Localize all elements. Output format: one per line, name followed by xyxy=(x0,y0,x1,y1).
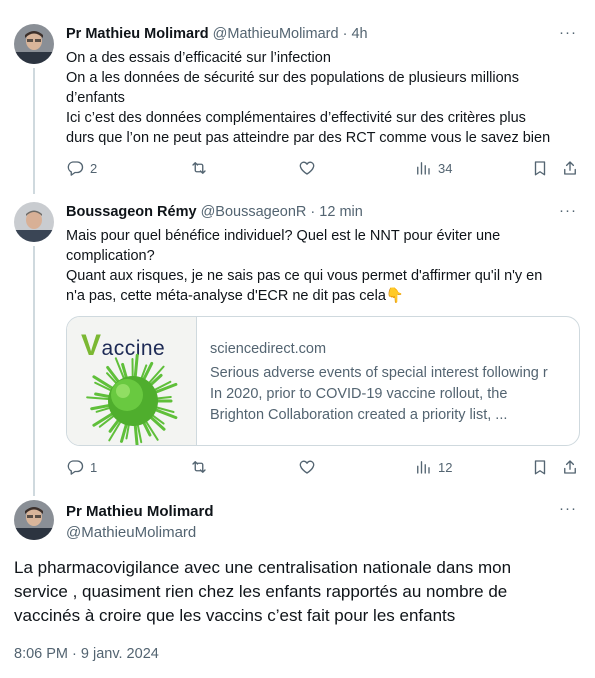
like-icon xyxy=(298,159,316,177)
share-icon xyxy=(561,159,579,177)
link-preview-image: Vaccine xyxy=(67,317,197,445)
display-name[interactable]: Pr Mathieu Molimard xyxy=(66,503,214,520)
views-icon xyxy=(414,159,432,177)
retweet-icon xyxy=(190,458,208,476)
tweet-text-line: complication? xyxy=(66,248,155,264)
tweet-text-line: service , quasiment rien chez les enfant… xyxy=(14,582,508,601)
tweet-header: Boussageon Rémy @BoussageonR · 12 min xyxy=(66,204,363,220)
more-icon[interactable]: ··· xyxy=(559,24,577,41)
retweet-button[interactable] xyxy=(190,458,214,476)
tweet-text-line: On a les données de sécurité sur des pop… xyxy=(66,70,519,86)
reply-icon xyxy=(66,458,84,476)
like-icon xyxy=(298,458,316,476)
tweet-time[interactable]: 4h xyxy=(351,26,367,42)
tweet-actions: 2 34 xyxy=(66,159,580,181)
tweet-text: On a des essais d’efficacité sur l’infec… xyxy=(66,48,581,148)
display-name[interactable]: Pr Mathieu Molimard xyxy=(66,26,209,42)
tweet-time[interactable]: 12 min xyxy=(319,204,363,220)
tweet-text-line: On a des essais d’efficacité sur l’infec… xyxy=(66,50,331,66)
link-domain: sciencedirect.com xyxy=(210,341,327,357)
bookmark-icon xyxy=(531,458,549,476)
reply-icon xyxy=(66,159,84,177)
separator: · xyxy=(306,204,320,220)
tweet-text-line: Ici c’est des données complémentaires d’… xyxy=(66,110,526,126)
like-button[interactable] xyxy=(298,159,322,177)
more-icon[interactable]: ··· xyxy=(559,500,577,517)
retweet-icon xyxy=(190,159,208,177)
bookmark-button[interactable] xyxy=(531,458,549,476)
tweet-actions: 1 12 xyxy=(66,458,580,480)
reply-count: 2 xyxy=(90,160,98,176)
reply-button[interactable]: 1 xyxy=(66,458,97,476)
tweet-text-line: n'a pas, cette méta-analyse d'ECR ne dit… xyxy=(66,288,404,304)
tweet-text-line: durs que l’on ne peut pas atteindre par … xyxy=(66,130,551,146)
tweet-timestamp[interactable]: 8:06 PM · 9 janv. 2024 xyxy=(14,646,159,662)
avatar[interactable] xyxy=(14,202,54,242)
separator: · xyxy=(338,26,352,42)
tweet-text-line: Mais pour quel bénéfice individuel? Quel… xyxy=(66,228,501,244)
retweet-button[interactable] xyxy=(190,159,214,177)
link-description-line: Brighton Collaboration created a priorit… xyxy=(210,407,508,423)
views-count: 34 xyxy=(438,160,453,176)
main-tweet-text: La pharmacovigilance avec une centralisa… xyxy=(14,556,584,628)
thread-connector-line xyxy=(33,246,35,496)
link-description-line: In 2020, prior to COVID-19 vaccine rollo… xyxy=(210,386,508,402)
reply-button[interactable]: 2 xyxy=(66,159,97,177)
user-handle[interactable]: @MathieuMolimard xyxy=(213,26,339,42)
tweet-text-line: d’enfants xyxy=(66,90,125,106)
views-icon xyxy=(414,458,432,476)
link-preview-text: sciencedirect.com Serious adverse events… xyxy=(210,339,570,426)
link-preview-card[interactable]: Vaccine sciencedirect.com Serious advers… xyxy=(66,316,580,446)
user-handle[interactable]: @BoussageonR xyxy=(201,204,307,220)
share-icon xyxy=(561,458,579,476)
views-count: 12 xyxy=(438,459,453,475)
display-name[interactable]: Boussageon Rémy xyxy=(66,204,197,220)
link-title: Serious adverse events of special intere… xyxy=(210,365,548,381)
tweet-text-line: vaccinés à croire que les vaccins c’est … xyxy=(14,606,456,625)
views-button[interactable]: 12 xyxy=(414,458,452,476)
share-button[interactable] xyxy=(561,159,579,177)
user-handle[interactable]: @MathieuMolimard xyxy=(66,524,196,541)
avatar[interactable] xyxy=(14,24,54,64)
bookmark-icon xyxy=(531,159,549,177)
more-icon[interactable]: ··· xyxy=(559,202,577,219)
tweet-text: Mais pour quel bénéfice individuel? Quel… xyxy=(66,226,581,306)
bookmark-button[interactable] xyxy=(531,159,549,177)
reply-count: 1 xyxy=(90,459,98,475)
thread-connector-line xyxy=(33,68,35,194)
views-button[interactable]: 34 xyxy=(414,159,452,177)
tweet-text-line: Quant aux risques, je ne sais pas ce qui… xyxy=(66,268,543,284)
avatar[interactable] xyxy=(14,500,54,540)
virus-illustration xyxy=(86,353,178,445)
share-button[interactable] xyxy=(561,458,579,476)
tweet-text-line: La pharmacovigilance avec une centralisa… xyxy=(14,558,512,577)
tweet-header: Pr Mathieu Molimard @MathieuMolimard · 4… xyxy=(66,26,368,42)
like-button[interactable] xyxy=(298,458,322,476)
